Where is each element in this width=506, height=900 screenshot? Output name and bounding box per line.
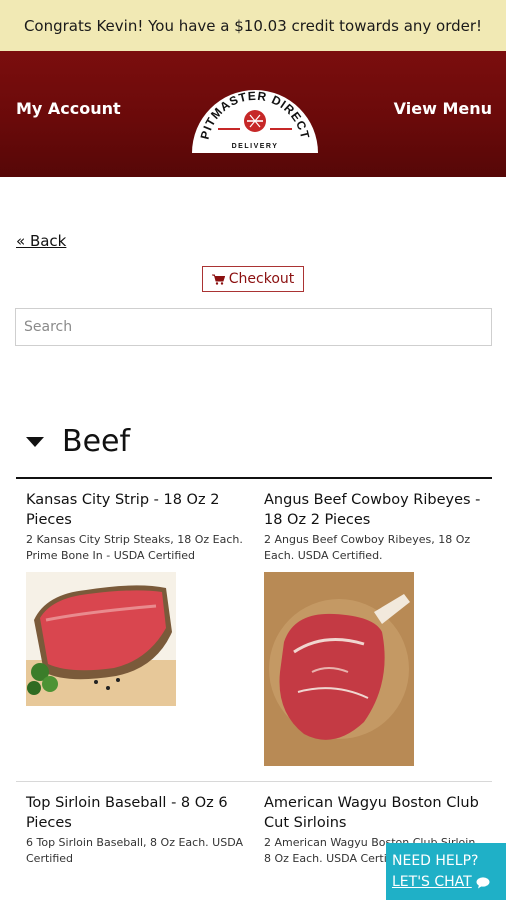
chat-bubble-icon (476, 876, 490, 888)
promo-banner-text: Congrats Kevin! You have a $10.03 credit… (23, 16, 483, 35)
my-account-link[interactable]: My Account (16, 99, 121, 118)
product-description: 2 Kansas City Strip Steaks, 18 Oz Each. … (26, 533, 243, 562)
checkout-button[interactable]: Checkout (202, 266, 304, 292)
product-card[interactable]: Kansas City Strip - 18 Oz 2 Pieces 2 Kan… (26, 490, 246, 710)
back-link[interactable]: « Back (16, 232, 66, 250)
product-name[interactable]: Angus Beef Cowboy Ribeyes - 18 Oz 2 Piec… (264, 490, 484, 530)
site-header: My Account PITMASTER DIRECT DELIVERY Vie… (0, 51, 506, 177)
chat-line-1: NEED HELP? (392, 853, 479, 869)
section-title: Beef (62, 424, 131, 459)
product-description: 2 Angus Beef Cowboy Ribeyes, 18 Oz Each.… (264, 533, 471, 562)
product-name[interactable]: Top Sirloin Baseball - 8 Oz 6 Pieces (26, 793, 246, 833)
product-description: 6 Top Sirloin Baseball, 8 Oz Each. USDA … (26, 836, 244, 865)
beef-section-header[interactable]: Beef (26, 424, 130, 459)
caret-down-icon[interactable] (26, 436, 44, 447)
product-card[interactable]: Top Sirloin Baseball - 8 Oz 6 Pieces 6 T… (26, 793, 246, 867)
chat-line-2[interactable]: LET'S CHAT (392, 872, 500, 893)
section-divider (16, 477, 492, 479)
pitmaster-direct-logo[interactable]: PITMASTER DIRECT DELIVERY (190, 75, 320, 155)
promo-banner: Congrats Kevin! You have a $10.03 credit… (0, 0, 506, 51)
chat-link-label: LET'S CHAT (392, 874, 472, 890)
cowboy-ribeye-image[interactable] (264, 572, 414, 766)
search-input[interactable] (15, 308, 492, 346)
cart-icon (211, 274, 225, 285)
kansas-city-strip-image[interactable] (26, 572, 176, 706)
checkout-label: Checkout (228, 271, 295, 287)
product-card[interactable]: Angus Beef Cowboy Ribeyes - 18 Oz 2 Piec… (264, 490, 484, 770)
view-menu-link[interactable]: View Menu (394, 99, 492, 118)
row-divider (16, 781, 492, 782)
product-name[interactable]: American Wagyu Boston Club Cut Sirloins (264, 793, 484, 833)
logo-subtitle: DELIVERY (232, 143, 279, 150)
chat-widget-button[interactable]: NEED HELP? LET'S CHAT (386, 843, 506, 900)
product-name[interactable]: Kansas City Strip - 18 Oz 2 Pieces (26, 490, 246, 530)
